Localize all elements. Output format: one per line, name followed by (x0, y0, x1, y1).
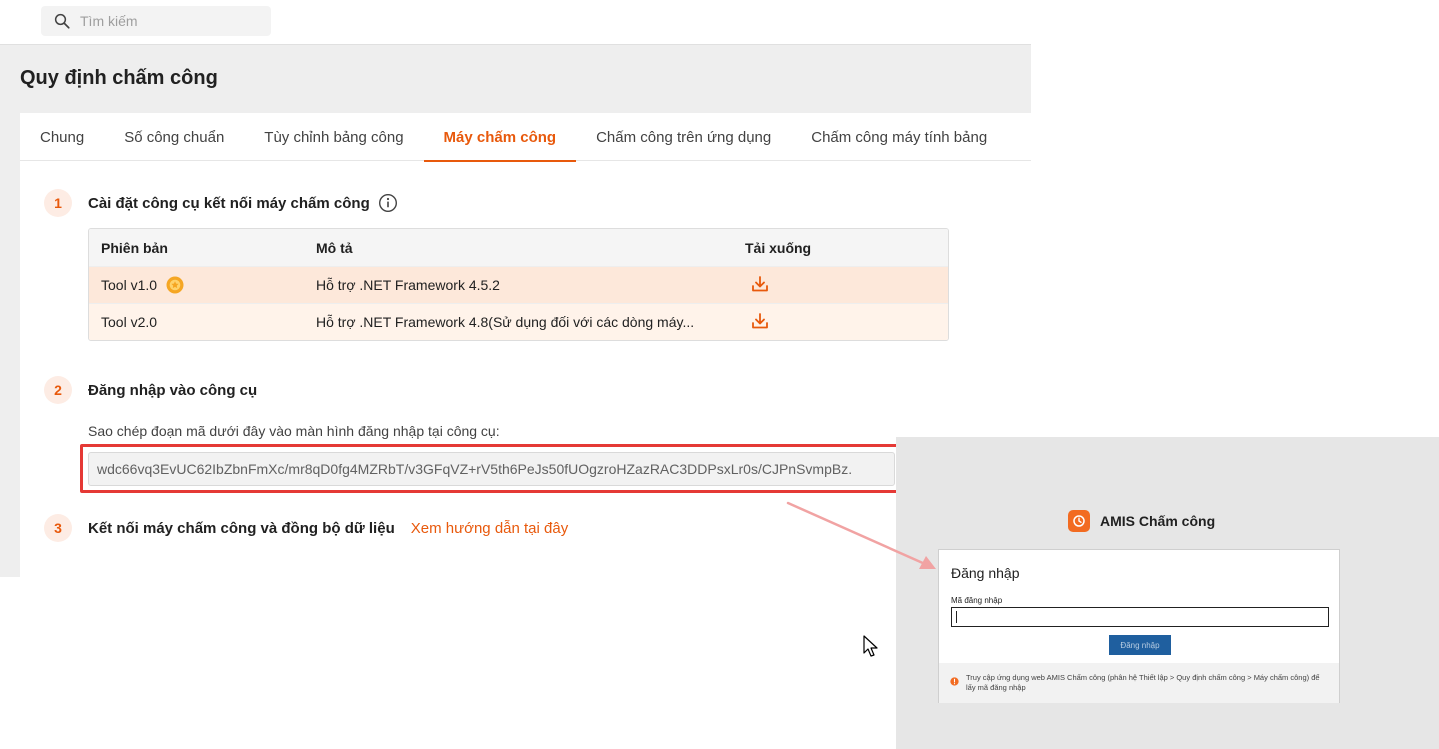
version-description: Hỗ trợ .NET Framework 4.5.2 (316, 277, 500, 293)
info-icon[interactable] (378, 193, 398, 213)
step-title: Cài đặt công cụ kết nối máy chấm công (88, 194, 370, 212)
table-row: Tool v2.0 Hỗ trợ .NET Framework 4.8(Sử d… (89, 303, 948, 340)
login-card: Đăng nhập Mã đăng nhập Đăng nhập Truy cậ… (938, 549, 1340, 703)
tab-may-cham-cong[interactable]: Máy chấm công (423, 113, 577, 162)
version-name: Tool v2.0 (101, 314, 158, 330)
top-bar (0, 0, 1031, 45)
login-title: Đăng nhập (951, 565, 1020, 581)
step-number: 3 (44, 514, 72, 542)
settings-card: Chung Số công chuẩn Tùy chỉnh bảng công … (20, 113, 1031, 577)
download-icon[interactable] (750, 274, 770, 294)
step-title: Kết nối máy chấm công và đồng bộ dữ liệu (88, 519, 395, 537)
version-description: Hỗ trợ .NET Framework 4.8(Sử dụng đối vớ… (316, 314, 695, 330)
mouse-cursor-icon (863, 635, 878, 657)
version-table: Phiên bản Mô tả Tải xuống Tool v1.0 Hỗ t… (88, 228, 949, 341)
login-footer-text: Truy cập ứng dụng web AMIS Chấm công (ph… (966, 673, 1320, 692)
search-icon (54, 13, 70, 29)
step-number: 1 (44, 189, 72, 217)
login-footer: Truy cập ứng dụng web AMIS Chấm công (ph… (939, 663, 1339, 703)
login-code-label: Mã đăng nhập (951, 596, 1003, 605)
step-3: 3 Kết nối máy chấm công và đồng bộ dữ li… (44, 514, 568, 542)
version-name: Tool v1.0 (101, 277, 158, 293)
text-caret (956, 611, 957, 623)
header-version: Phiên bản (101, 239, 168, 256)
warning-icon (950, 677, 959, 686)
guide-link[interactable]: Xem hướng dẫn tại đây (411, 520, 568, 537)
table-header: Phiên bản Mô tả Tải xuống (89, 229, 948, 266)
page-title: Quy định chấm công (20, 67, 218, 89)
table-row: Tool v1.0 Hỗ trợ .NET Framework 4.5.2 (89, 266, 948, 303)
login-brand: AMIS Chấm công (1068, 510, 1215, 532)
login-code-input[interactable] (951, 607, 1329, 627)
code-highlight-box (80, 444, 902, 493)
header-download: Tải xuống (745, 239, 812, 256)
amis-logo-icon (1068, 510, 1090, 532)
download-icon[interactable] (750, 311, 770, 331)
header-description: Mô tả (316, 239, 353, 256)
badge-icon (166, 276, 184, 294)
step-1: 1 Cài đặt công cụ kết nối máy chấm công (44, 189, 398, 217)
search-input[interactable] (80, 13, 260, 29)
brand-name: AMIS Chấm công (1100, 513, 1216, 529)
search-box[interactable] (41, 6, 271, 36)
login-button[interactable]: Đăng nhập (1109, 635, 1171, 655)
step-number: 2 (44, 376, 72, 404)
tab-bar: Chung Số công chuẩn Tùy chỉnh bảng công … (20, 113, 1031, 162)
main-panel: Quy định chấm công Chung Số công chuẩn T… (0, 45, 1031, 577)
tab-tuy-chinh-bang-cong[interactable]: Tùy chỉnh bảng công (244, 113, 423, 161)
login-window: AMIS Chấm công Đăng nhập Mã đăng nhập Đă… (896, 437, 1439, 749)
tab-so-cong-chuan[interactable]: Số công chuẩn (104, 113, 244, 161)
tab-cham-cong-tren-ung-dung[interactable]: Chấm công trên ứng dụng (576, 113, 791, 161)
step-2: 2 Đăng nhập vào công cụ (44, 376, 257, 404)
tab-cham-cong-may-tinh-bang[interactable]: Chấm công máy tính bảng (791, 113, 1007, 161)
step-title: Đăng nhập vào công cụ (88, 381, 258, 399)
tab-chung[interactable]: Chung (20, 113, 104, 161)
copy-instruction: Sao chép đoạn mã dưới đây vào màn hình đ… (88, 423, 500, 439)
